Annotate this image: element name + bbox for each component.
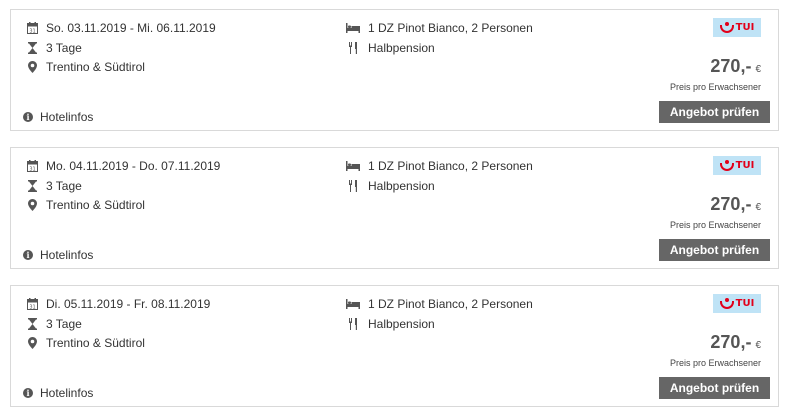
info-icon: i <box>23 388 33 398</box>
price-note: Preis pro Erwachsener <box>669 82 761 92</box>
calendar-icon: 31 <box>27 22 38 34</box>
duration-row: 3 Tage <box>27 178 82 194</box>
price-amount: 270,- <box>710 194 752 214</box>
board-row: Halbpension <box>346 178 435 194</box>
room-info: 1 DZ Pinot Bianco, 2 Personen <box>368 21 533 35</box>
region-row: Trentino & Südtirol <box>27 59 145 75</box>
room-info: 1 DZ Pinot Bianco, 2 Personen <box>368 297 533 311</box>
travel-dates: Di. 05.11.2019 - Fr. 08.11.2019 <box>46 297 211 311</box>
location-pin-icon <box>27 337 38 349</box>
price-note: Preis pro Erwachsener <box>669 220 761 230</box>
check-offer-button[interactable]: Angebot prüfen <box>659 377 770 399</box>
board-type: Halbpension <box>368 179 435 193</box>
bed-icon <box>346 298 360 310</box>
hotelinfo-link[interactable]: i Hotelinfos <box>23 110 93 124</box>
region: Trentino & Südtirol <box>46 336 145 350</box>
hotelinfo-link[interactable]: i Hotelinfos <box>23 248 93 262</box>
tui-smile-icon <box>719 21 734 34</box>
calendar-icon: 31 <box>27 160 38 172</box>
svg-text:31: 31 <box>29 167 35 173</box>
travel-dates: So. 03.11.2019 - Mi. 06.11.2019 <box>46 21 216 35</box>
hotelinfo-label: Hotelinfos <box>40 110 94 124</box>
room-row: 1 DZ Pinot Bianco, 2 Personen <box>346 158 533 174</box>
hourglass-icon <box>27 180 38 192</box>
tui-logo: TUI <box>713 18 761 37</box>
cutlery-icon <box>346 42 360 54</box>
region-row: Trentino & Südtirol <box>27 335 145 351</box>
price-currency: € <box>755 340 761 351</box>
room-row: 1 DZ Pinot Bianco, 2 Personen <box>346 20 533 36</box>
duration: 3 Tage <box>46 41 82 55</box>
provider-name: TUI <box>735 298 755 309</box>
price: 270,- € <box>710 332 761 353</box>
duration-row: 3 Tage <box>27 40 82 56</box>
price-currency: € <box>755 202 761 213</box>
svg-text:31: 31 <box>29 29 35 35</box>
price: 270,- € <box>710 194 761 215</box>
room-row: 1 DZ Pinot Bianco, 2 Personen <box>346 296 533 312</box>
duration-row: 3 Tage <box>27 316 82 332</box>
travel-dates: Mo. 04.11.2019 - Do. 07.11.2019 <box>46 159 221 173</box>
board-type: Halbpension <box>368 41 435 55</box>
hourglass-icon <box>27 318 38 330</box>
duration: 3 Tage <box>46 317 82 331</box>
price-note: Preis pro Erwachsener <box>669 358 761 368</box>
date-row: 31 Mo. 04.11.2019 - Do. 07.11.2019 <box>27 158 220 174</box>
offer-card: 31 Mo. 04.11.2019 - Do. 07.11.2019 3 Tag… <box>10 147 779 269</box>
hotelinfo-link[interactable]: i Hotelinfos <box>23 386 93 400</box>
tui-smile-icon <box>719 297 734 310</box>
provider-name: TUI <box>735 160 755 171</box>
date-row: 31 So. 03.11.2019 - Mi. 06.11.2019 <box>27 20 216 36</box>
tui-logo: TUI <box>713 156 761 175</box>
info-icon: i <box>23 112 33 122</box>
cutlery-icon <box>346 180 360 192</box>
bed-icon <box>346 22 360 34</box>
provider-name: TUI <box>735 22 755 33</box>
check-offer-button[interactable]: Angebot prüfen <box>659 239 770 261</box>
region: Trentino & Südtirol <box>46 60 145 74</box>
bed-icon <box>346 160 360 172</box>
board-row: Halbpension <box>346 316 435 332</box>
date-row: 31 Di. 05.11.2019 - Fr. 08.11.2019 <box>27 296 210 312</box>
offer-card: 31 So. 03.11.2019 - Mi. 06.11.2019 3 Tag… <box>10 9 779 131</box>
hourglass-icon <box>27 42 38 54</box>
price: 270,- € <box>710 56 761 77</box>
board-type: Halbpension <box>368 317 435 331</box>
cutlery-icon <box>346 318 360 330</box>
location-pin-icon <box>27 61 38 73</box>
board-row: Halbpension <box>346 40 435 56</box>
duration: 3 Tage <box>46 179 82 193</box>
region: Trentino & Südtirol <box>46 198 145 212</box>
room-info: 1 DZ Pinot Bianco, 2 Personen <box>368 159 533 173</box>
tui-smile-icon <box>719 159 734 172</box>
hotelinfo-label: Hotelinfos <box>40 248 94 262</box>
calendar-icon: 31 <box>27 298 38 310</box>
tui-logo: TUI <box>713 294 761 313</box>
location-pin-icon <box>27 199 38 211</box>
price-currency: € <box>755 64 761 75</box>
info-icon: i <box>23 250 33 260</box>
price-amount: 270,- <box>710 56 752 76</box>
check-offer-button[interactable]: Angebot prüfen <box>659 101 770 123</box>
region-row: Trentino & Südtirol <box>27 197 145 213</box>
hotelinfo-label: Hotelinfos <box>40 386 94 400</box>
price-amount: 270,- <box>710 332 752 352</box>
offer-card: 31 Di. 05.11.2019 - Fr. 08.11.2019 3 Tag… <box>10 285 779 407</box>
svg-text:31: 31 <box>29 305 35 311</box>
